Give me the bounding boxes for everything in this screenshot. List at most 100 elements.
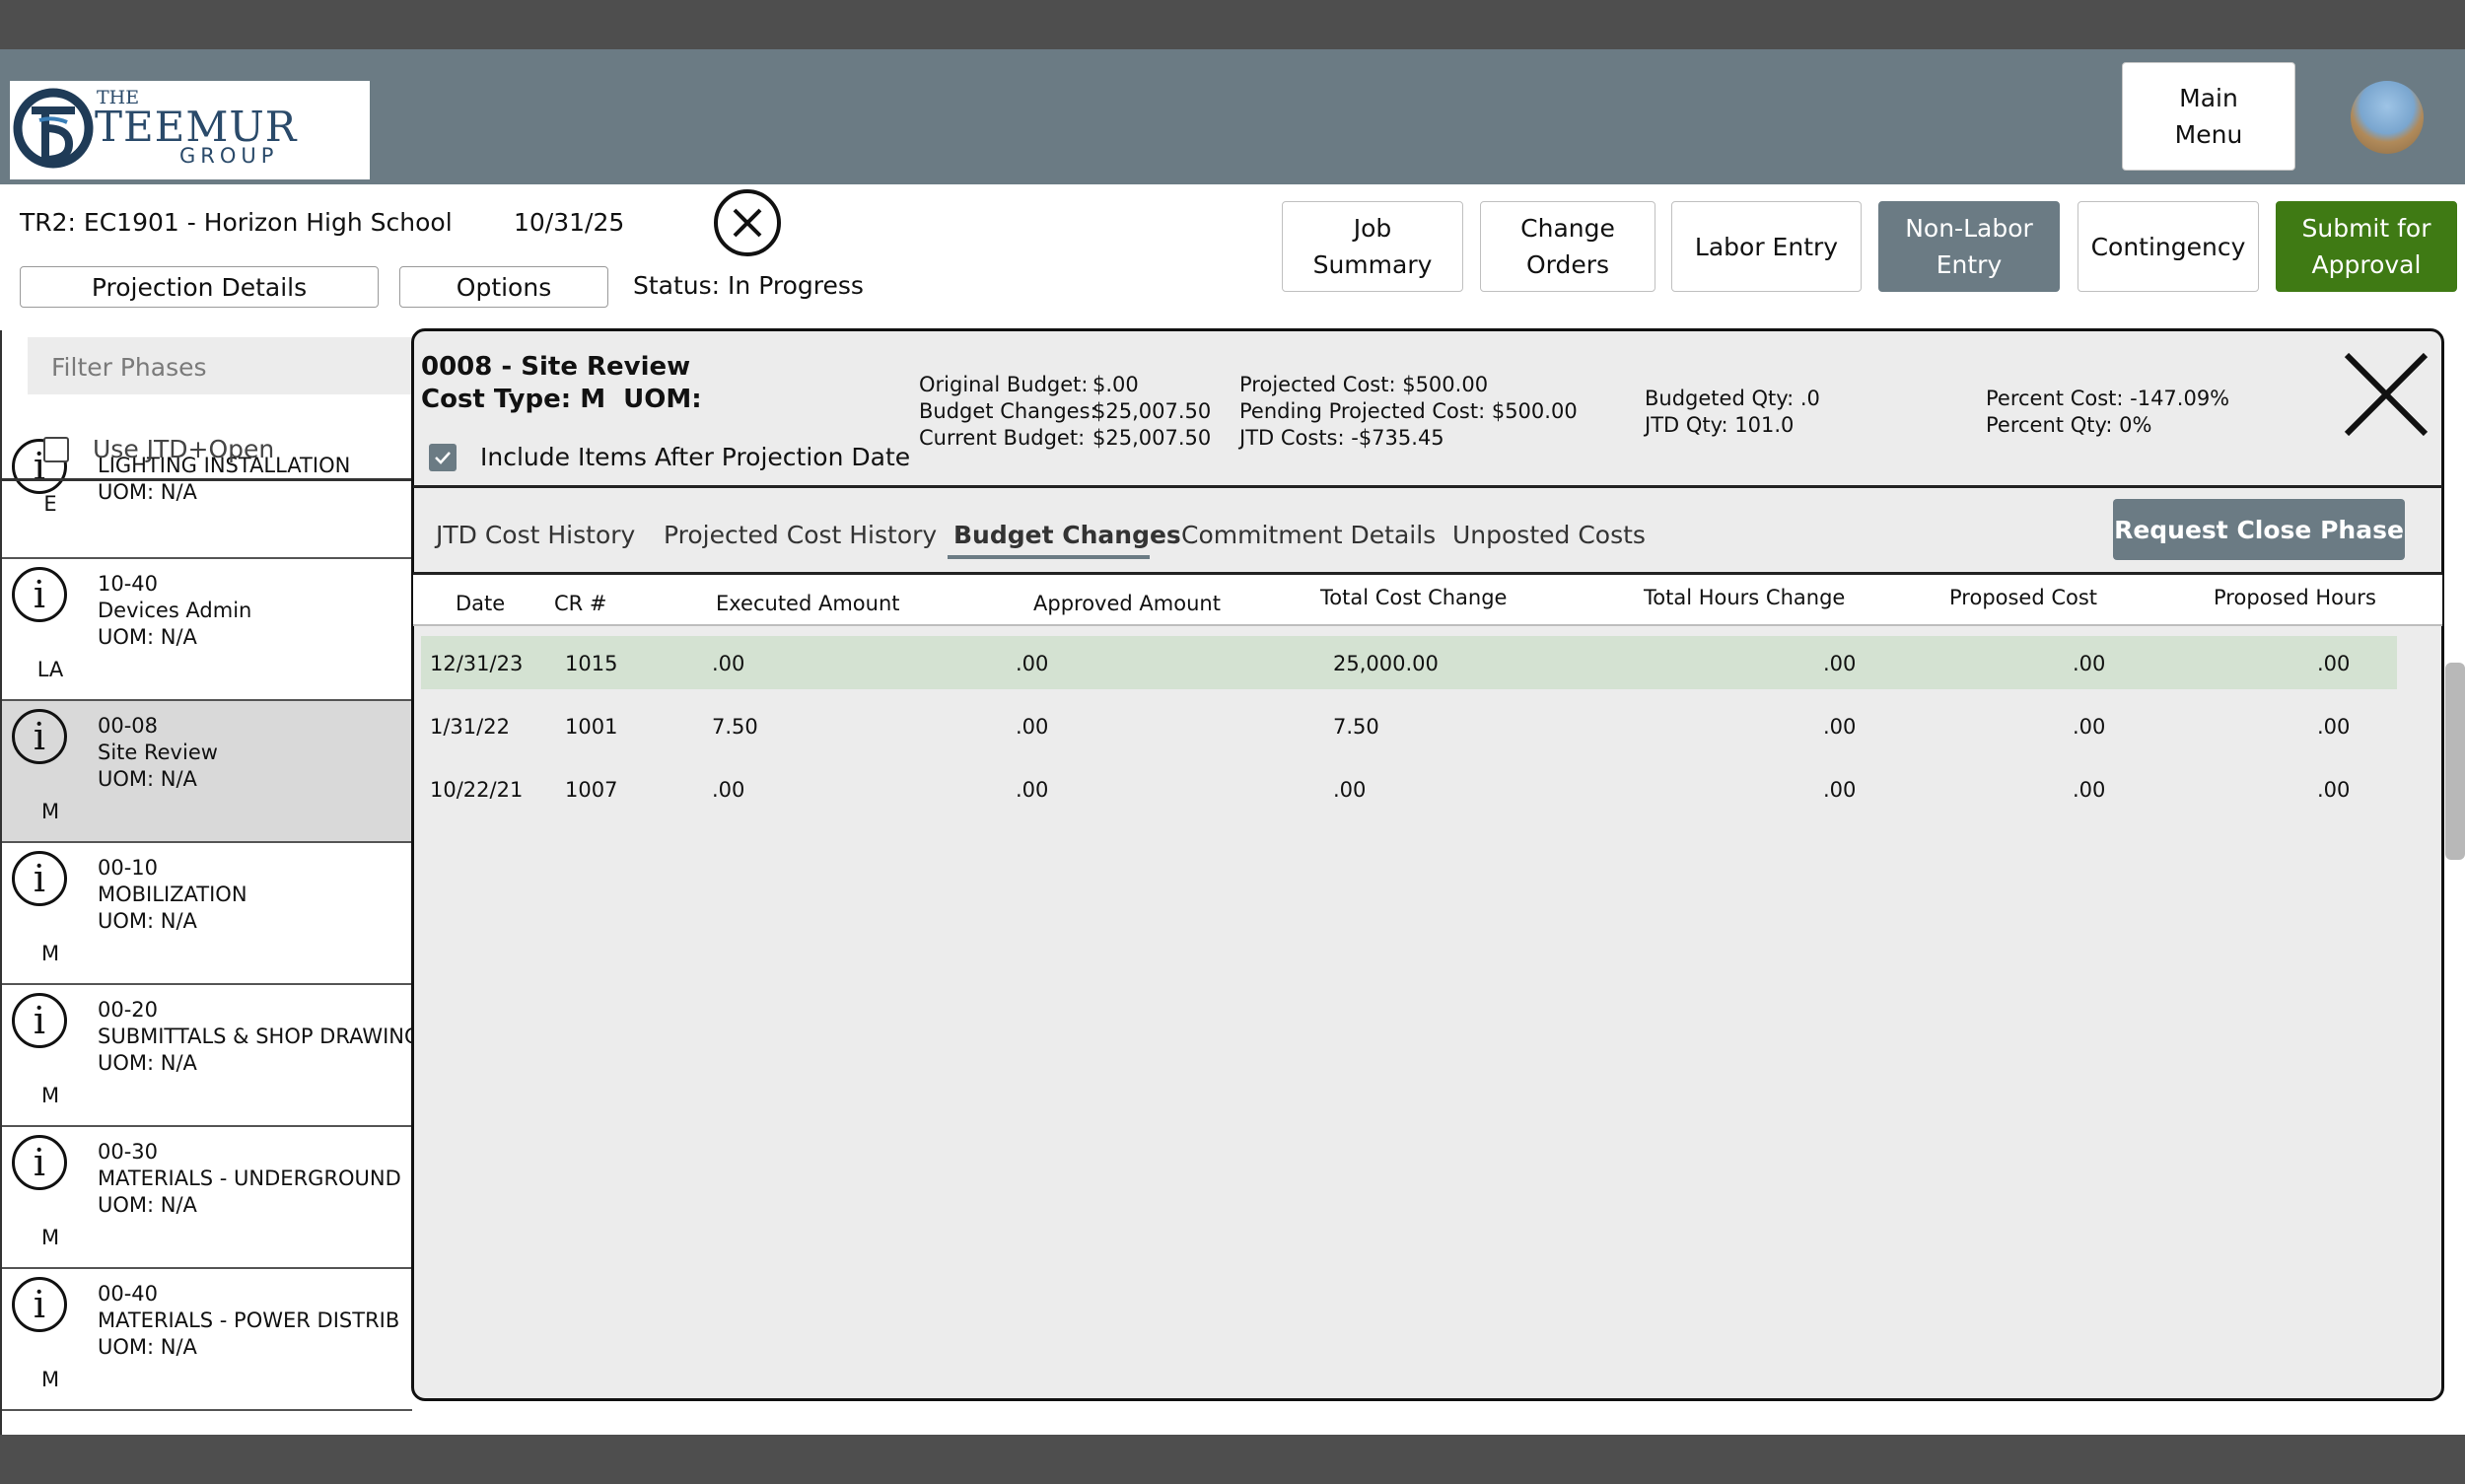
phase-name: Devices Admin <box>98 599 252 622</box>
labor-entry-button[interactable]: Labor Entry <box>1671 201 1862 292</box>
phase-code: 00-20 <box>98 998 159 1022</box>
column-header[interactable]: Date <box>456 592 505 615</box>
info-icon[interactable]: i <box>12 993 67 1048</box>
phase-name: MATERIALS - UNDERGROUND <box>98 1166 401 1190</box>
cell-cr: 1007 <box>565 778 618 802</box>
phase-list-item-selected[interactable]: i 00-08 Site Review UOM: N/A M <box>2 701 412 843</box>
phase-uom: UOM: N/A <box>98 1193 197 1217</box>
column-header[interactable]: Total Cost Change <box>1320 586 1507 609</box>
quantities: Budgeted Qty: .0 JTD Qty: 101.0 <box>1645 386 1820 439</box>
phase-list-item[interactable]: i 00-40 MATERIALS - POWER DISTRIB UOM: N… <box>2 1269 412 1411</box>
phase-cost-type: M <box>40 1226 60 1249</box>
include-items-row[interactable]: Include Items After Projection Date <box>429 443 910 471</box>
phase-uom: UOM: N/A <box>98 480 197 504</box>
use-jtd-checkbox-row[interactable]: Use JTD+Open <box>43 435 274 463</box>
cell-proposed-hours: .00 <box>2317 715 2351 739</box>
phase-list-item[interactable]: i 00-10 MOBILIZATION UOM: N/A M <box>2 843 412 985</box>
use-jtd-checkbox[interactable] <box>43 436 69 462</box>
percentages: Percent Cost: -147.09% Percent Qty: 0% <box>1986 386 2229 439</box>
cell-proposed-hours: .00 <box>2317 652 2351 675</box>
filter-phases-input[interactable]: Filter Phases <box>28 337 412 394</box>
phase-list-item[interactable]: i 10-40 Devices Admin UOM: N/A LA <box>2 559 412 701</box>
info-icon[interactable]: i <box>12 709 67 764</box>
column-header[interactable]: CR # <box>554 592 607 615</box>
column-header[interactable]: Proposed Hours <box>2214 586 2376 609</box>
column-header[interactable]: Approved Amount <box>1033 592 1221 615</box>
phase-list-item[interactable]: i LIGHTING INSTALLATION UOM: N/A E <box>2 439 412 559</box>
current-budget-value: $25,007.50 <box>1092 426 1212 450</box>
phase-cost-type: M <box>40 942 60 965</box>
projected-costs: Projected Cost: $500.00 Pending Projecte… <box>1239 372 1578 452</box>
options-button[interactable]: Options <box>399 266 608 308</box>
budgeted-qty: Budgeted Qty: .0 <box>1645 387 1820 410</box>
request-close-phase-button[interactable]: Request Close Phase <box>2113 499 2405 560</box>
sidebar-divider <box>0 478 412 481</box>
phase-code: 00-10 <box>98 856 159 880</box>
cell-total-cost: .00 <box>1333 778 1367 802</box>
info-icon[interactable]: i <box>12 1135 67 1190</box>
cell-approved: .00 <box>1016 652 1049 675</box>
job-summary-button[interactable]: Job Summary <box>1282 201 1463 292</box>
phase-uom: UOM: N/A <box>98 909 197 933</box>
original-budget-value: $.00 <box>1092 373 1139 396</box>
cell-proposed-cost: .00 <box>2073 778 2106 802</box>
phase-cost-type: E <box>43 492 57 516</box>
checkmark-icon <box>435 451 451 464</box>
tab-unposted-costs[interactable]: Unposted Costs <box>1452 521 1646 549</box>
phase-uom: UOM: N/A <box>98 1051 197 1075</box>
change-orders-button[interactable]: Change Orders <box>1480 201 1655 292</box>
cell-date: 1/31/22 <box>430 715 510 739</box>
use-jtd-label: Use JTD+Open <box>93 435 275 463</box>
projected-cost: Projected Cost: $500.00 <box>1239 373 1489 396</box>
pending-projected-cost: Pending Projected Cost: $500.00 <box>1239 399 1578 423</box>
phase-sidebar: i LIGHTING INSTALLATION UOM: N/A E i 10-… <box>0 330 412 1435</box>
non-labor-entry-button[interactable]: Non-Labor Entry <box>1878 201 2060 292</box>
tab-jtd-cost-history[interactable]: JTD Cost History <box>436 521 635 549</box>
main-menu-button[interactable]: Main Menu <box>2122 62 2295 171</box>
percent-cost: Percent Cost: -147.09% <box>1986 387 2230 410</box>
contingency-button[interactable]: Contingency <box>2078 201 2259 292</box>
phase-code: 10-40 <box>98 572 159 596</box>
submit-approval-button[interactable]: Submit for Approval <box>2276 201 2457 292</box>
column-header[interactable]: Executed Amount <box>716 592 900 615</box>
app-header: THE TEEMUR GROUP Main Menu <box>0 49 2465 184</box>
tab-commitment-details[interactable]: Commitment Details <box>1181 521 1436 549</box>
phase-uom: UOM: N/A <box>98 625 197 649</box>
phase-cost-type: LA <box>36 658 64 681</box>
cell-total-hours: .00 <box>1823 715 1857 739</box>
phase-cost-type: M <box>40 1368 60 1391</box>
phase-cost-type: M <box>40 1084 60 1107</box>
cell-proposed-cost: .00 <box>2073 652 2106 675</box>
page-scrollbar-thumb[interactable] <box>2445 663 2465 860</box>
user-avatar[interactable] <box>2351 81 2424 154</box>
projection-date: 10/31/25 <box>514 208 625 237</box>
phase-name: MATERIALS - POWER DISTRIB <box>98 1308 400 1332</box>
tab-projected-cost-history[interactable]: Projected Cost History <box>664 521 937 549</box>
info-icon[interactable]: i <box>12 567 67 622</box>
cell-total-hours: .00 <box>1823 652 1857 675</box>
cell-approved: .00 <box>1016 715 1049 739</box>
cell-approved: .00 <box>1016 778 1049 802</box>
jtd-qty: JTD Qty: 101.0 <box>1645 413 1795 437</box>
column-header[interactable]: Total Hours Change <box>1644 586 1845 609</box>
cell-total-hours: .00 <box>1823 778 1857 802</box>
table-header-divider <box>413 624 2442 626</box>
phase-title: 0008 - Site Review <box>421 352 691 382</box>
phase-list-item[interactable]: i 00-20 SUBMITTALS & SHOP DRAWING UOM: N… <box>2 985 412 1127</box>
cell-cr: 1015 <box>565 652 618 675</box>
info-icon[interactable]: i <box>12 1277 67 1332</box>
close-job-button[interactable] <box>713 188 782 257</box>
tab-budget-changes[interactable]: Budget Changes <box>953 521 1181 549</box>
cell-proposed-hours: .00 <box>2317 778 2351 802</box>
close-icon <box>2344 352 2429 437</box>
include-items-checkbox[interactable] <box>429 443 457 471</box>
phase-list-item[interactable]: i 00-30 MATERIALS - UNDERGROUND UOM: N/A… <box>2 1127 412 1269</box>
info-icon[interactable]: i <box>12 851 67 906</box>
cell-executed: .00 <box>712 778 745 802</box>
projection-details-button[interactable]: Projection Details <box>20 266 379 308</box>
column-header[interactable]: Proposed Cost <box>1949 586 2097 609</box>
phase-cost-type-line: Cost Type: M UOM: <box>421 385 702 414</box>
phase-name: Site Review <box>98 741 218 764</box>
budget-values: $.00 $25,007.50 $25,007.50 <box>1092 372 1211 452</box>
close-panel-button[interactable] <box>2339 347 2433 442</box>
